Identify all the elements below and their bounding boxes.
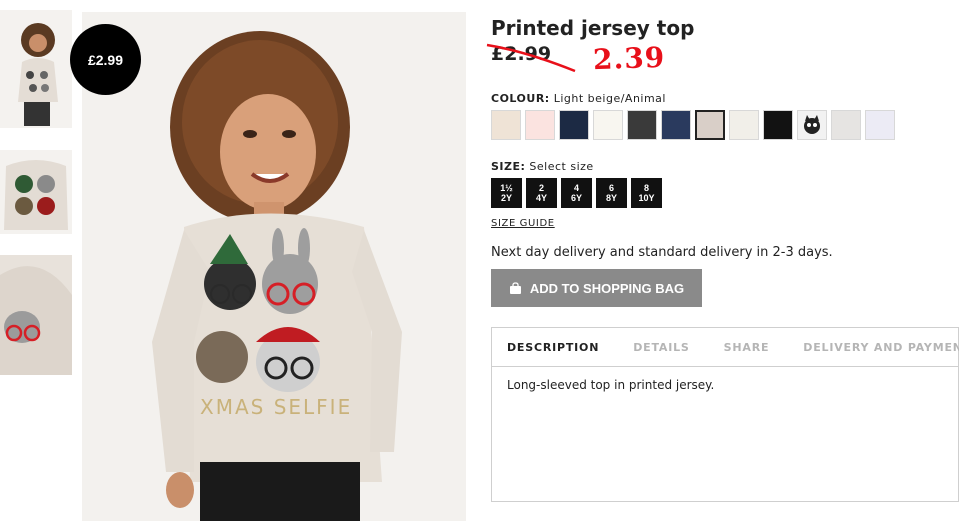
tab-details[interactable]: DETAILS bbox=[633, 341, 689, 354]
size-option-age: 4 bbox=[573, 183, 579, 193]
size-guide-link[interactable]: SIZE GUIDE bbox=[491, 218, 555, 229]
size-placeholder: Select size bbox=[529, 160, 594, 173]
size-option-age: 6 bbox=[608, 183, 614, 193]
colour-value: Light beige/Animal bbox=[553, 92, 666, 105]
thumbnail-1[interactable] bbox=[0, 10, 72, 128]
colour-label: COLOUR: Light beige/Animal bbox=[491, 92, 666, 105]
size-option-year: 6Y bbox=[570, 193, 582, 203]
colour-swatches bbox=[491, 110, 895, 140]
add-to-bag-label: ADD TO SHOPPING BAG bbox=[529, 280, 685, 296]
size-option-year: 4Y bbox=[535, 193, 547, 203]
colour-swatch-dark-grey[interactable] bbox=[627, 110, 657, 140]
colour-swatch-white[interactable] bbox=[593, 110, 623, 140]
colour-swatch-black[interactable] bbox=[763, 110, 793, 140]
colour-swatch-light-pink[interactable] bbox=[525, 110, 555, 140]
old-price: £2.99 bbox=[491, 43, 552, 65]
size-option-4y[interactable]: 2 4Y bbox=[526, 178, 557, 208]
colour-label-title: COLOUR: bbox=[491, 92, 550, 105]
animal-print-icon bbox=[804, 115, 820, 134]
colour-swatch-light-grey[interactable] bbox=[831, 110, 861, 140]
tab-description[interactable]: DESCRIPTION bbox=[507, 341, 599, 354]
tab-share[interactable]: SHARE bbox=[724, 341, 770, 354]
description-text: Long-sleeved top in printed jersey. bbox=[507, 378, 715, 392]
thumbnail-2[interactable] bbox=[0, 150, 72, 234]
thumbnail-3[interactable] bbox=[0, 255, 72, 375]
colour-swatch-light-beige-animal[interactable] bbox=[695, 110, 725, 140]
size-option-age: 8 bbox=[643, 183, 649, 193]
size-label: SIZE: Select size bbox=[491, 160, 594, 173]
price-badge: £2.99 bbox=[70, 24, 141, 95]
size-option-age: 1½ bbox=[500, 183, 513, 193]
size-option-6y[interactable]: 4 6Y bbox=[561, 178, 592, 208]
product-title: Printed jersey top bbox=[491, 16, 695, 40]
size-options: 1½ 2Y 2 4Y 4 6Y 6 8Y 8 10Y bbox=[491, 178, 662, 208]
colour-swatch-beige[interactable] bbox=[491, 110, 521, 140]
shopping-bag-icon bbox=[509, 282, 521, 294]
new-price: 2.39 bbox=[592, 40, 666, 77]
main-product-image[interactable]: XMAS SELFIE bbox=[82, 12, 466, 521]
size-option-year: 2Y bbox=[500, 193, 512, 203]
colour-swatch-lavender-white[interactable] bbox=[865, 110, 895, 140]
tab-bar: DESCRIPTION DETAILS SHARE DELIVERY AND PAYM… bbox=[492, 328, 959, 367]
size-option-2y[interactable]: 1½ 2Y bbox=[491, 178, 522, 208]
size-option-year: 8Y bbox=[605, 193, 617, 203]
colour-swatch-off-white[interactable] bbox=[729, 110, 759, 140]
size-option-10y[interactable]: 8 10Y bbox=[631, 178, 662, 208]
colour-swatch-dark-navy[interactable] bbox=[559, 110, 589, 140]
tab-delivery-and-payment[interactable]: DELIVERY AND PAYMENT bbox=[803, 341, 959, 354]
colour-swatch-animal-print[interactable] bbox=[797, 110, 827, 140]
colour-swatch-navy[interactable] bbox=[661, 110, 691, 140]
product-tabs-panel: DESCRIPTION DETAILS SHARE DELIVERY AND PAYM… bbox=[491, 327, 959, 502]
size-option-age: 2 bbox=[538, 183, 544, 193]
size-option-year: 10Y bbox=[638, 193, 655, 203]
size-label-title: SIZE: bbox=[491, 160, 526, 173]
size-option-8y[interactable]: 6 8Y bbox=[596, 178, 627, 208]
delivery-info: Next day delivery and standard delivery … bbox=[491, 245, 833, 260]
shirt-print-text: XMAS SELFIE bbox=[200, 395, 352, 419]
add-to-bag-button[interactable]: ADD TO SHOPPING BAG bbox=[491, 269, 702, 307]
